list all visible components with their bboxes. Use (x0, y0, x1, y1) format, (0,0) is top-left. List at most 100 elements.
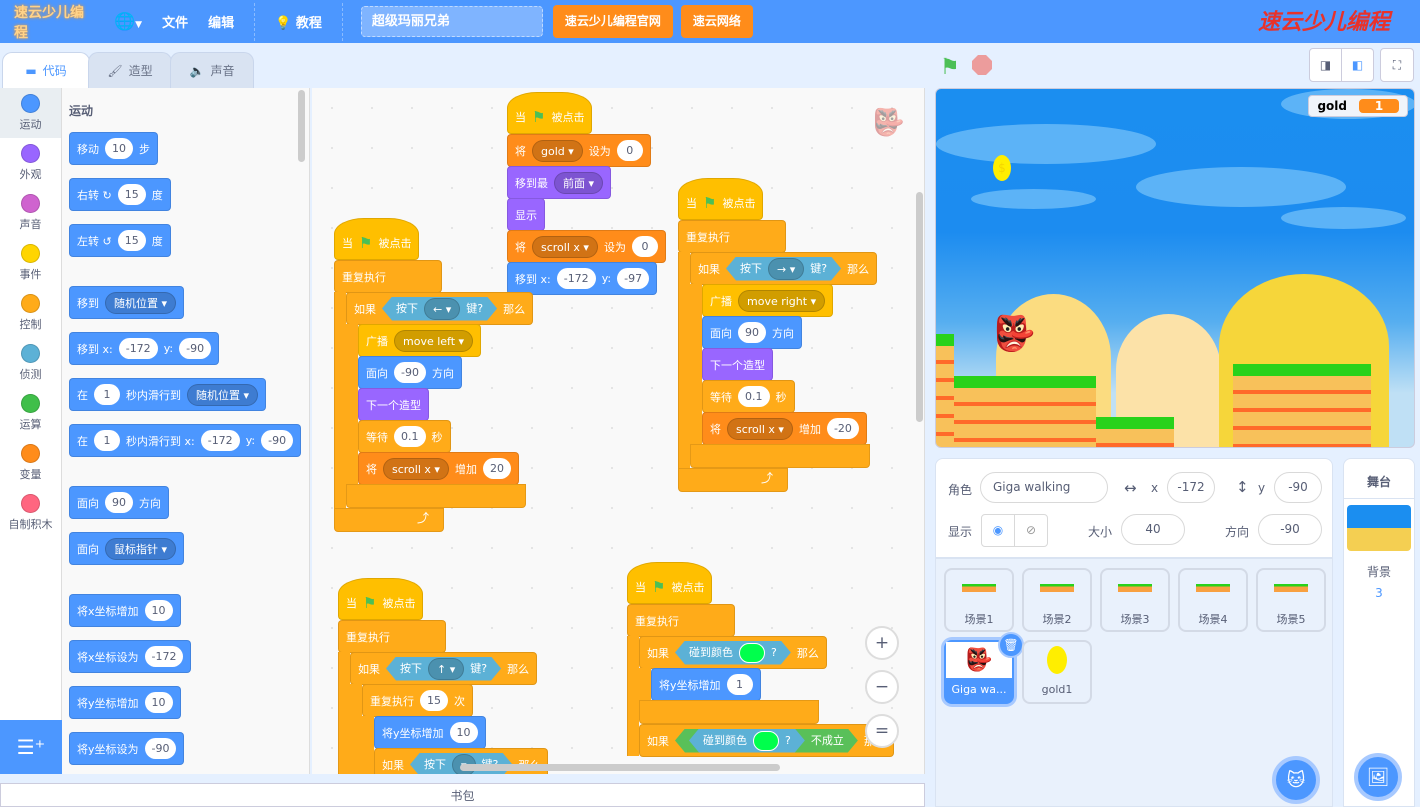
number-input[interactable]: 10 (144, 600, 173, 621)
sprite-name-input[interactable]: Giga walking (980, 472, 1108, 503)
category-1[interactable]: 外观 (0, 138, 61, 188)
color-swatch[interactable] (739, 643, 765, 663)
c-block[interactable]: 重复执行 (627, 604, 735, 637)
dropdown[interactable]: scroll x (383, 457, 449, 480)
c-block[interactable]: 如果碰到颜色?不成立那么 (639, 724, 894, 757)
stack-block[interactable]: 将 scroll x 增加 20 (358, 452, 519, 485)
number-input[interactable]: 15 (117, 230, 146, 251)
category-7[interactable]: 变量 (0, 438, 61, 488)
number-input[interactable]: 90 (738, 322, 766, 343)
number-input[interactable]: 10 (105, 138, 133, 159)
palette-block[interactable]: 将x坐标设为 -172 (69, 640, 192, 673)
stack-block[interactable]: 面向 90 方向 (702, 316, 802, 349)
add-backdrop-button[interactable]: 🖼 (1354, 753, 1402, 801)
palette-block[interactable]: 面向 90 方向 (69, 486, 169, 519)
color-swatch[interactable] (753, 731, 779, 751)
gold-coin-sprite[interactable]: $ (993, 155, 1011, 181)
number-input[interactable]: -97 (617, 268, 650, 289)
number-input[interactable]: 10 (449, 722, 478, 743)
stage-selector[interactable]: 舞台 背景 3 🖼 (1343, 458, 1415, 807)
palette-block[interactable]: 面向 鼠标指针 (69, 532, 185, 565)
number-input[interactable]: 1 (726, 674, 753, 695)
palette-block[interactable]: 右转 ↻ 15 度 (69, 178, 171, 211)
stack-block[interactable]: 将 gold 设为 0 (507, 134, 651, 167)
stack-block[interactable]: 面向 -90 方向 (358, 356, 462, 389)
stack-block[interactable]: 将y坐标增加 10 (374, 716, 486, 749)
sprite-tile[interactable]: 场景2 (1022, 568, 1092, 632)
c-block[interactable]: 重复执行 15 次 (362, 684, 473, 717)
stack-block[interactable]: 下一个造型 (358, 388, 429, 421)
number-input[interactable]: 1 (94, 430, 120, 451)
palette-block[interactable]: 在 1 秒内滑行到 x: -172 y: -90 (69, 424, 302, 457)
boolean-reporter[interactable]: 碰到颜色? (689, 729, 805, 753)
c-block[interactable]: 重复执行 (334, 260, 442, 293)
number-input[interactable]: 90 (105, 492, 133, 513)
hat-block[interactable]: 当 ⚑ 被点击 (678, 178, 764, 220)
boolean-reporter[interactable]: 按下 → 键? (726, 257, 841, 281)
dropdown[interactable]: scroll x (727, 417, 793, 440)
hat-block[interactable]: 当 ⚑ 被点击 (338, 578, 424, 620)
delete-sprite-button[interactable]: 🗑 (998, 632, 1024, 658)
project-title-input[interactable]: 超级玛丽兄弟 (360, 6, 543, 37)
palette-block[interactable]: 在 1 秒内滑行到 随机位置 (69, 378, 267, 411)
category-0[interactable]: 运动 (0, 88, 61, 138)
number-input[interactable]: 15 (420, 690, 448, 711)
number-input[interactable]: -172 (118, 338, 158, 359)
stack-block[interactable]: 移到最 前面 (507, 166, 612, 199)
dropdown[interactable]: 随机位置 (105, 291, 177, 314)
number-input[interactable]: 0 (616, 140, 643, 161)
dropdown[interactable]: 随机位置 (187, 383, 259, 406)
number-input[interactable]: 10 (144, 692, 173, 713)
boolean-reporter[interactable]: 碰到颜色? (675, 641, 791, 665)
dropdown[interactable]: ↑ (428, 658, 464, 680)
c-block[interactable]: 重复执行 (678, 220, 786, 253)
number-input[interactable]: -172 (556, 268, 596, 289)
category-5[interactable]: 侦测 (0, 338, 61, 388)
palette-block[interactable]: 移到 x: -172 y: -90 (69, 332, 220, 365)
giga-sprite[interactable]: 👺 (993, 314, 1035, 354)
number-input[interactable]: -20 (826, 418, 859, 439)
sprite-tile[interactable]: 场景5 (1256, 568, 1326, 632)
green-flag-button[interactable]: ⚑ (940, 55, 960, 80)
category-3[interactable]: 事件 (0, 238, 61, 288)
zoom-out-button[interactable]: − (865, 670, 899, 704)
stack-block[interactable]: 将 scroll x 增加 -20 (702, 412, 867, 445)
number-input[interactable]: 0.1 (394, 426, 426, 447)
stack-block[interactable]: 移到 x: -172 y: -97 (507, 262, 658, 295)
number-input[interactable]: 15 (117, 184, 146, 205)
boolean-reporter[interactable]: 按下 ← 键? (382, 297, 497, 321)
stack-block[interactable]: 显示 (507, 198, 545, 231)
x-input[interactable]: -172 (1167, 472, 1215, 503)
hide-sprite-button[interactable]: ⊘ (1014, 514, 1048, 547)
c-block[interactable]: 如果 碰到颜色? 那么 (639, 636, 827, 669)
sprite-tile[interactable]: 👺 Giga wa... 🗑 (944, 632, 1024, 704)
dropdown[interactable]: gold (532, 139, 583, 162)
dropdown[interactable]: scroll x (532, 235, 598, 258)
direction-input[interactable]: -90 (1258, 514, 1322, 545)
backpack[interactable]: 书包 (0, 783, 925, 807)
category-4[interactable]: 控制 (0, 288, 61, 338)
palette-block[interactable]: 移动 10 步 (69, 132, 158, 165)
hat-block[interactable]: 当 ⚑ 被点击 (334, 218, 420, 260)
c-block[interactable]: 如果 按下 ← 键? 那么 (346, 292, 534, 325)
sprite-tile[interactable]: 场景1 (944, 568, 1014, 632)
number-input[interactable]: -90 (261, 430, 294, 451)
size-input[interactable]: 40 (1121, 514, 1185, 545)
backdrop-thumbnail[interactable] (1347, 505, 1411, 551)
palette-block[interactable]: 移到 随机位置 (69, 286, 185, 319)
number-input[interactable]: 0 (631, 236, 658, 257)
logo[interactable]: 速云少儿编程 (14, 2, 94, 42)
c-block[interactable]: 如果 按下 → 键? 那么 (690, 252, 878, 285)
stack-block[interactable]: 将 scroll x 设为 0 (507, 230, 666, 263)
add-extension-button[interactable]: ☰⁺ (0, 720, 62, 774)
number-input[interactable]: 0.1 (738, 386, 770, 407)
number-input[interactable]: -90 (144, 738, 177, 759)
language-menu[interactable]: 🌐▼ (114, 12, 142, 32)
palette-block[interactable]: 左转 ↺ 15 度 (69, 224, 171, 257)
sprite-tile[interactable]: gold1 (1022, 640, 1092, 704)
number-input[interactable]: -172 (200, 430, 240, 451)
tab-code[interactable]: ▬ 代码 (2, 52, 90, 88)
stage-canvas[interactable]: 👺 $ gold 1 (935, 88, 1415, 448)
boolean-reporter[interactable]: 碰到颜色? 不成立 (675, 729, 858, 753)
small-stage-button[interactable]: ◨ (1309, 48, 1342, 82)
